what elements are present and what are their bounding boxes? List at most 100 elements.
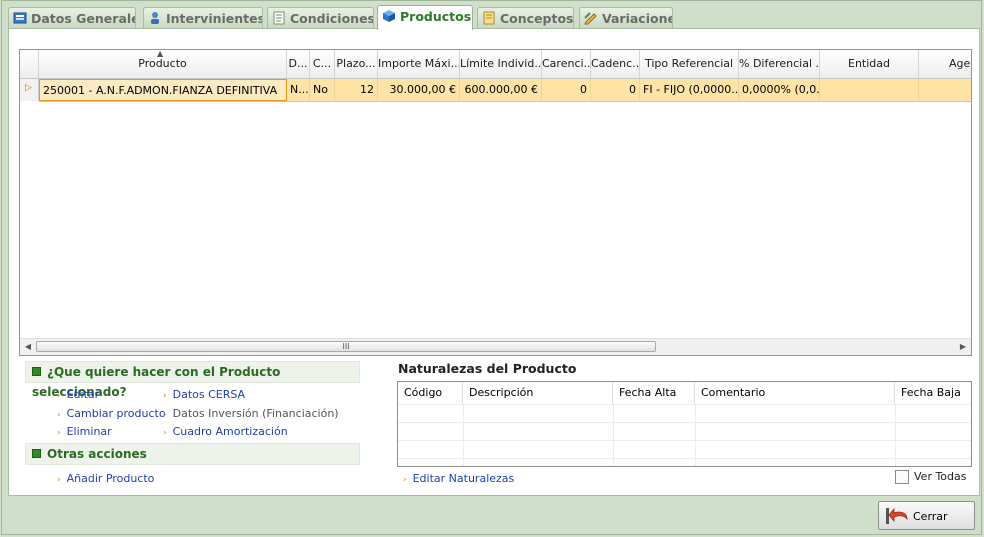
cerrar-button[interactable]: Cerrar bbox=[878, 501, 975, 530]
cell-importe-maximo[interactable]: 30.000,00 € bbox=[378, 79, 460, 101]
tab-variaciones[interactable]: Variaciones bbox=[579, 7, 673, 28]
link-bullet-icon: › bbox=[163, 391, 167, 401]
conceptos-icon bbox=[483, 11, 495, 25]
editar-link[interactable]: › Editar bbox=[57, 388, 99, 401]
link-bullet-icon: › bbox=[163, 428, 167, 438]
link-bullet-icon: › bbox=[163, 410, 167, 420]
col-label: D... bbox=[288, 57, 308, 70]
button-label: Cerrar bbox=[913, 510, 948, 523]
cell-plazo[interactable]: 12 bbox=[335, 79, 378, 101]
col-importe-maximo[interactable]: Importe Máxi... bbox=[378, 50, 460, 78]
naturalezas-title: Naturalezas del Producto bbox=[398, 361, 577, 376]
col-label: C... bbox=[312, 57, 332, 70]
link-bullet-icon: › bbox=[57, 410, 61, 420]
tab-label: Intervinientes bbox=[166, 11, 263, 26]
horizontal-scrollbar[interactable]: ◀ III ▶ bbox=[20, 338, 971, 355]
col-label: % Diferencial ... bbox=[739, 57, 820, 70]
col-fecha-alta[interactable]: Fecha Alta bbox=[613, 382, 695, 404]
link-label: Editar bbox=[66, 388, 100, 401]
col-comentario[interactable]: Comentario bbox=[695, 382, 895, 404]
grid-line bbox=[398, 458, 971, 459]
col-entidad[interactable]: Entidad bbox=[820, 50, 919, 78]
scroll-right-icon[interactable]: ▶ bbox=[957, 341, 969, 353]
col-tipo-referencial[interactable]: Tipo Referencial bbox=[640, 50, 739, 78]
col-label: Carenci... bbox=[542, 57, 591, 70]
tab-label: Variaciones bbox=[602, 11, 672, 26]
link-label: Eliminar bbox=[66, 425, 112, 438]
col-fecha-baja[interactable]: Fecha Baja bbox=[895, 382, 971, 404]
scroll-grip: III bbox=[342, 342, 350, 351]
table-row[interactable]: 250001 - A.N.F.ADMON.FIANZA DEFINITIVA N… bbox=[39, 79, 971, 102]
tab-intervinientes[interactable]: Intervinientes bbox=[143, 7, 263, 28]
row-indicator[interactable]: ▷ bbox=[20, 79, 39, 101]
col-label: Plazo... bbox=[336, 57, 376, 70]
col-d[interactable]: D... bbox=[287, 50, 310, 78]
section-bullet-icon bbox=[32, 367, 41, 376]
cambiar-producto-link[interactable]: › Cambiar producto bbox=[57, 407, 166, 420]
col-plazo[interactable]: Plazo... bbox=[335, 50, 378, 78]
cell-d[interactable]: N... bbox=[287, 79, 310, 101]
cell-cadencia[interactable]: 0 bbox=[591, 79, 640, 101]
scroll-left-icon[interactable]: ◀ bbox=[22, 341, 34, 353]
col-label: Cadenc... bbox=[591, 57, 640, 70]
eliminar-link[interactable]: › Eliminar bbox=[57, 425, 112, 438]
ver-todas-label: Ver Todas bbox=[914, 470, 967, 483]
grid-line bbox=[398, 404, 971, 405]
exit-arrow-icon bbox=[886, 507, 908, 524]
tab-datos-generales[interactable]: Datos Generales bbox=[8, 7, 136, 28]
tab-label: Condiciones bbox=[290, 11, 374, 26]
anadir-producto-link[interactable]: › Añadir Producto bbox=[57, 472, 154, 485]
condiciones-icon bbox=[273, 11, 285, 25]
current-row-icon: ▷ bbox=[25, 83, 32, 93]
section-title: Otras acciones bbox=[47, 447, 147, 461]
col-label: Age bbox=[949, 57, 971, 70]
tab-label: Datos Generales bbox=[31, 11, 136, 26]
cuadro-amortizacion-link[interactable]: › Cuadro Amortización bbox=[163, 425, 288, 438]
variaciones-icon bbox=[584, 12, 597, 25]
section-bullet-icon bbox=[32, 449, 41, 458]
tab-label: Conceptos bbox=[500, 11, 574, 26]
col-label: Entidad bbox=[848, 57, 890, 70]
cell-agencia[interactable] bbox=[919, 79, 971, 101]
ver-todas-checkbox[interactable] bbox=[895, 470, 909, 484]
cell-producto[interactable]: 250001 - A.N.F.ADMON.FIANZA DEFINITIVA bbox=[39, 79, 287, 101]
datos-inversion-link: › Datos Inversión (Financiación) bbox=[163, 407, 339, 420]
cell-carencia[interactable]: 0 bbox=[542, 79, 591, 101]
datos-cersa-link[interactable]: › Datos CERSA bbox=[163, 388, 245, 401]
productos-panel: ▲ Producto D... C... Plazo... Importe Máx… bbox=[8, 28, 980, 496]
cell-c[interactable]: No bbox=[310, 79, 335, 101]
col-cadencia[interactable]: Cadenc... bbox=[591, 50, 640, 78]
editar-naturalezas-link[interactable]: › Editar Naturalezas bbox=[403, 472, 514, 485]
col-codigo[interactable]: Código bbox=[398, 382, 463, 404]
col-diferencial[interactable]: % Diferencial ... bbox=[739, 50, 820, 78]
col-producto[interactable]: ▲ Producto bbox=[39, 50, 287, 78]
datos-generales-icon bbox=[13, 12, 27, 24]
col-label: Límite Individ... bbox=[460, 57, 542, 70]
col-descripcion[interactable]: Descripción bbox=[463, 382, 613, 404]
grid-line bbox=[463, 404, 464, 466]
col-carencia[interactable]: Carenci... bbox=[542, 50, 591, 78]
tab-productos[interactable]: Productos bbox=[377, 5, 473, 30]
cell-limite-individual[interactable]: 600.000,00 € bbox=[460, 79, 542, 101]
grid-line bbox=[695, 404, 696, 466]
scroll-thumb[interactable]: III bbox=[36, 341, 656, 352]
cell-diferencial[interactable]: 0,0000% (0,0... bbox=[739, 79, 820, 101]
grid-line bbox=[613, 404, 614, 466]
col-agencia[interactable]: Age bbox=[919, 50, 971, 78]
col-label: Tipo Referencial bbox=[644, 57, 734, 70]
cell-tipo-referencial[interactable]: FI - FIJO (0,0000... bbox=[640, 79, 739, 101]
grid-line bbox=[895, 404, 896, 466]
row-indicator-header bbox=[20, 50, 39, 78]
tab-condiciones[interactable]: Condiciones bbox=[267, 7, 374, 28]
link-label: Datos Inversión (Financiación) bbox=[172, 407, 339, 420]
acciones-producto-header: ¿Que quiere hacer con el Producto selecc… bbox=[25, 361, 360, 399]
col-limite-individual[interactable]: Límite Individ... bbox=[460, 50, 542, 78]
grid-header: ▲ Producto D... C... Plazo... Importe Máx… bbox=[20, 50, 971, 79]
link-label: Añadir Producto bbox=[66, 472, 155, 485]
link-label: Cuadro Amortización bbox=[172, 425, 288, 438]
tab-conceptos[interactable]: Conceptos bbox=[477, 7, 574, 28]
link-bullet-icon: › bbox=[57, 391, 61, 401]
cell-entidad[interactable] bbox=[820, 79, 919, 101]
col-c[interactable]: C... bbox=[310, 50, 335, 78]
link-bullet-icon: › bbox=[57, 475, 61, 485]
